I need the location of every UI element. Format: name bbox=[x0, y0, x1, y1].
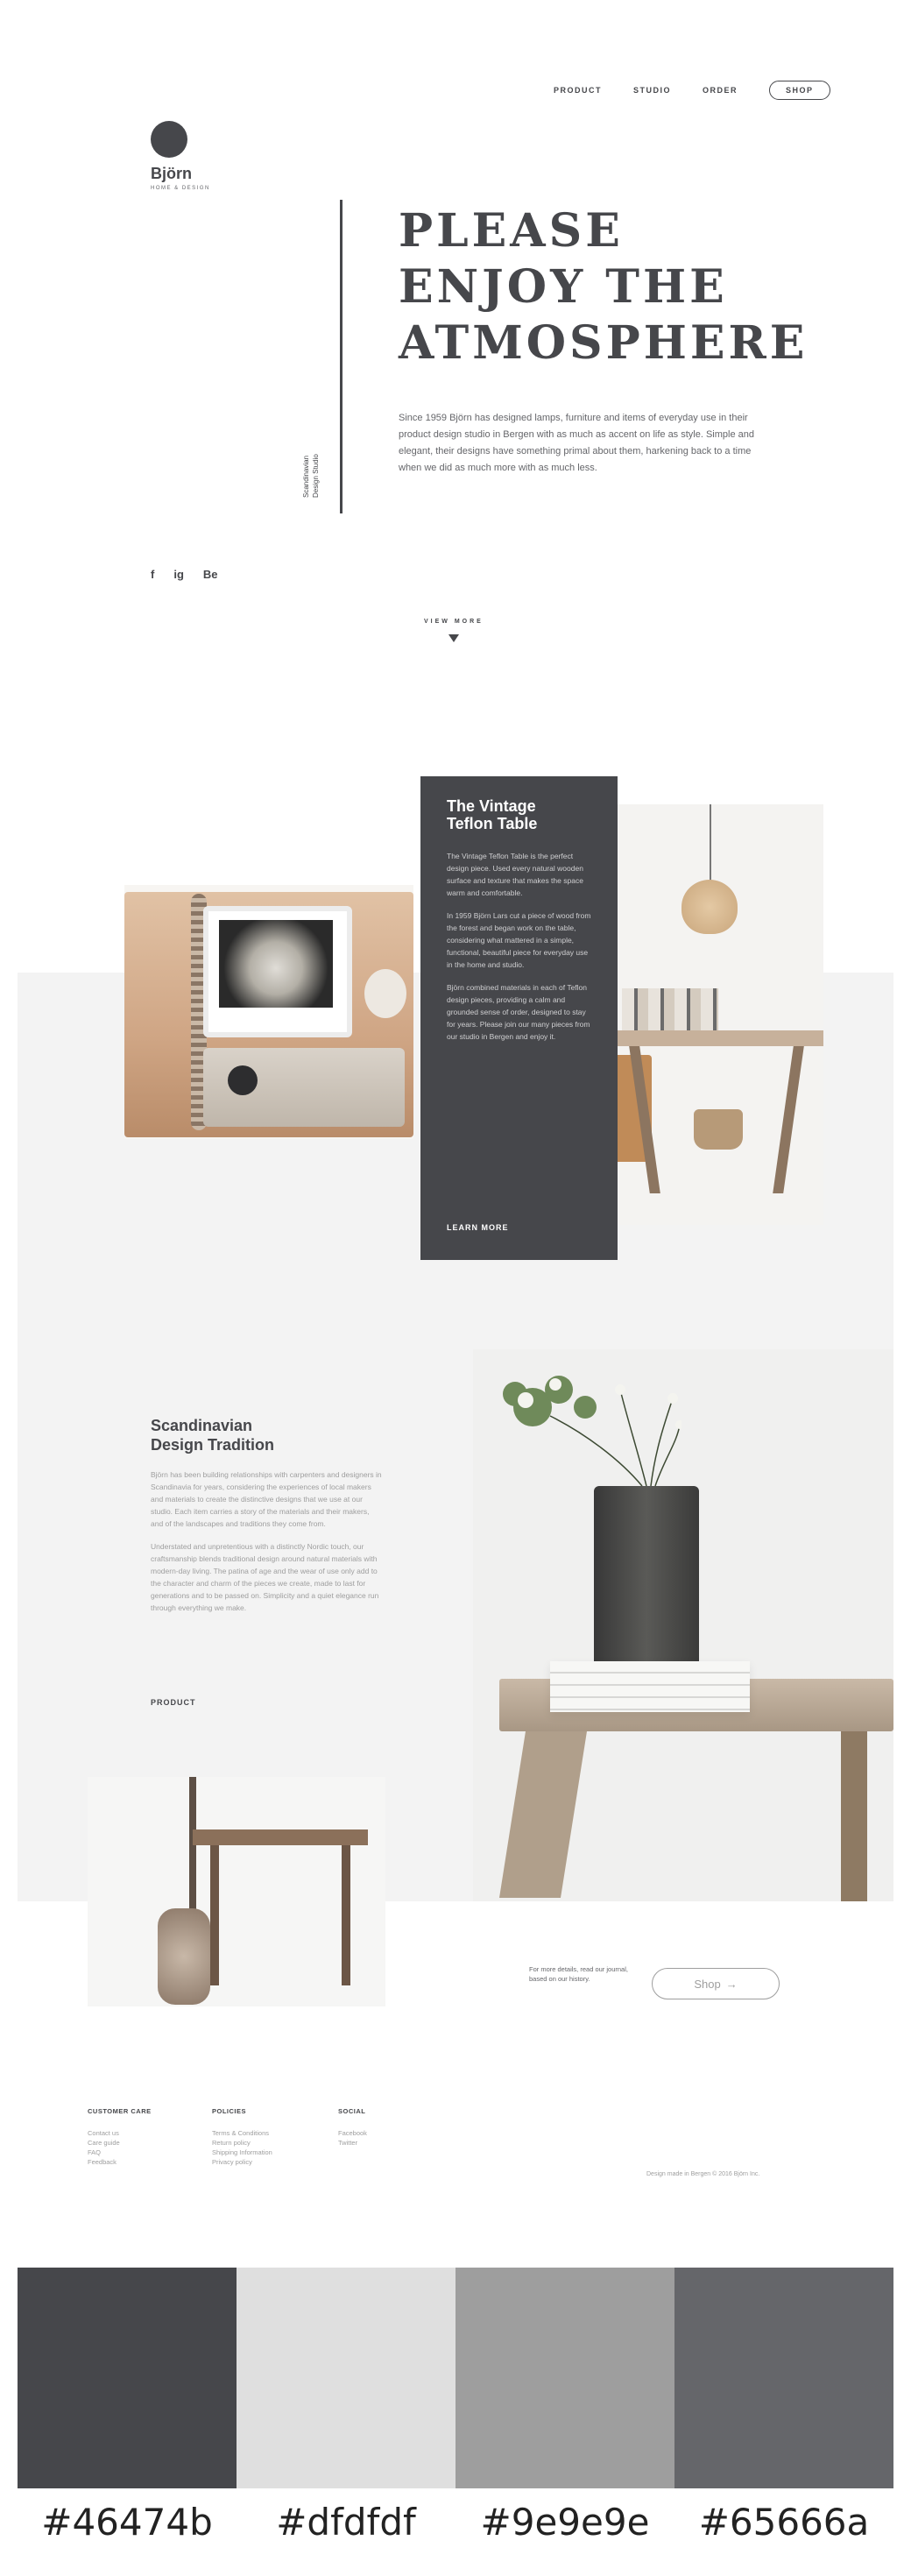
section-title: Scandinavian Design Tradition bbox=[151, 1416, 274, 1454]
hero-divider bbox=[340, 200, 343, 513]
small-table bbox=[193, 1829, 368, 1845]
nav-product[interactable]: PRODUCT bbox=[554, 86, 602, 95]
shop-button[interactable]: Shop → bbox=[652, 1968, 780, 1999]
picture-frame bbox=[203, 906, 352, 1037]
footer-link[interactable]: Twitter bbox=[338, 2138, 367, 2148]
book-stack bbox=[550, 1661, 750, 1712]
arrow-down-icon[interactable] bbox=[448, 634, 459, 642]
product-card: The Vintage Teflon Table The Vintage Tef… bbox=[420, 776, 618, 1260]
footer-link[interactable]: Feedback bbox=[88, 2157, 152, 2167]
hero-title-line-2: ENJOY THE bbox=[399, 260, 728, 314]
small-table-leg bbox=[210, 1845, 219, 1985]
table-leg bbox=[841, 1731, 867, 1901]
coral-photo bbox=[219, 920, 333, 1008]
footer-link[interactable]: Terms & Conditions bbox=[212, 2128, 272, 2138]
footer-link[interactable]: Return policy bbox=[212, 2138, 272, 2148]
color-swatch-label: #65666a bbox=[698, 2501, 870, 2544]
footer-column-policies: POLICIES Terms & Conditions Return polic… bbox=[212, 2106, 272, 2167]
footer-link[interactable]: Facebook bbox=[338, 2128, 367, 2138]
section-title-line-2: Design Tradition bbox=[151, 1436, 275, 1454]
behance-icon[interactable]: Be bbox=[203, 568, 218, 581]
basket bbox=[694, 1109, 743, 1150]
hero-vertical-text: Scandinavian Design Studio bbox=[302, 454, 320, 498]
arrow-right-icon: → bbox=[725, 1977, 738, 1991]
footer-link[interactable]: Care guide bbox=[88, 2138, 152, 2148]
product-card-title: The Vintage Teflon Table bbox=[447, 797, 538, 832]
section-paragraph: Understated and unpretentious with a dis… bbox=[151, 1542, 379, 1612]
footer-heading: CUSTOMER CARE bbox=[88, 2107, 152, 2115]
product-card-paragraph: The Vintage Teflon Table is the perfect … bbox=[447, 852, 583, 897]
section-text: Björn has been building relationships wi… bbox=[151, 1468, 382, 1624]
footer-column-social: SOCIAL Facebook Twitter bbox=[338, 2106, 367, 2148]
shell-object bbox=[364, 969, 406, 1018]
dark-vase bbox=[594, 1486, 699, 1670]
footer-link[interactable]: FAQ bbox=[88, 2148, 152, 2157]
pendant-lamp bbox=[681, 880, 738, 934]
product-image-right bbox=[613, 804, 823, 1225]
product-card-paragraph: Björn combined materials in each of Tefl… bbox=[447, 983, 590, 1041]
product-card-text: The Vintage Teflon Table is the perfect … bbox=[447, 850, 591, 1043]
sheepskin bbox=[158, 1908, 210, 2005]
table-top bbox=[613, 1030, 823, 1046]
color-palette bbox=[18, 2268, 893, 2488]
color-swatch bbox=[18, 2268, 237, 2488]
copyright: Design made in Bergen © 2016 Björn Inc. bbox=[646, 2171, 760, 2177]
furniture-image bbox=[88, 1777, 385, 2006]
cta-text: For more details, read our journal, base… bbox=[529, 1965, 628, 1983]
shop-button-label: Shop bbox=[694, 1977, 721, 1991]
hero-title-line-3: ATMOSPHERE bbox=[399, 316, 809, 370]
color-swatch bbox=[456, 2268, 674, 2488]
color-swatch-label: #dfdfdf bbox=[276, 2501, 416, 2544]
footer-heading: SOCIAL bbox=[338, 2107, 366, 2115]
canvas: PRODUCT STUDIO ORDER SHOP Björn HOME & D… bbox=[0, 0, 911, 2576]
logo-mark[interactable] bbox=[151, 121, 187, 158]
footer-link[interactable]: Privacy policy bbox=[212, 2157, 272, 2167]
nav-studio[interactable]: STUDIO bbox=[633, 86, 671, 95]
color-swatch-label: #9e9e9e bbox=[480, 2501, 650, 2544]
logo-tagline: HOME & DESIGN bbox=[151, 186, 210, 191]
facebook-icon[interactable]: f bbox=[151, 568, 154, 581]
section-title-line-1: Scandinavian bbox=[151, 1417, 253, 1434]
footer-link[interactable]: Contact us bbox=[88, 2128, 152, 2138]
floor-lamp bbox=[189, 1777, 196, 1926]
hero-text: Since 1959 Björn has designed lamps, fur… bbox=[399, 413, 755, 473]
main-nav: PRODUCT STUDIO ORDER SHOP bbox=[554, 81, 830, 100]
footer-heading: POLICIES bbox=[212, 2107, 247, 2115]
nav-shop-button[interactable]: SHOP bbox=[769, 81, 830, 100]
social-links: f ig Be bbox=[151, 568, 218, 581]
table-shelf bbox=[499, 1731, 587, 1898]
shelf-jars bbox=[622, 988, 718, 1030]
table-leg-right bbox=[773, 1046, 804, 1193]
lamp-cord bbox=[710, 804, 711, 883]
nav-order[interactable]: ORDER bbox=[703, 86, 738, 95]
view-more-link[interactable]: VIEW MORE bbox=[424, 619, 484, 625]
color-swatch bbox=[674, 2268, 893, 2488]
logo-name[interactable]: Björn bbox=[151, 165, 192, 183]
palette-labels: #46474b #dfdfdf #9e9e9e #65666a bbox=[18, 2497, 893, 2544]
flower-stems bbox=[503, 1376, 681, 1486]
color-swatch bbox=[237, 2268, 456, 2488]
section-paragraph: Björn has been building relationships wi… bbox=[151, 1470, 382, 1528]
small-table-leg bbox=[342, 1845, 350, 1985]
learn-more-link[interactable]: LEARN MORE bbox=[447, 1223, 509, 1232]
footer-column-customer-care: CUSTOMER CARE Contact us Care guide FAQ … bbox=[88, 2106, 152, 2167]
footer-link[interactable]: Shipping Information bbox=[212, 2148, 272, 2157]
instagram-icon[interactable]: ig bbox=[173, 568, 184, 581]
color-swatch-label: #46474b bbox=[41, 2501, 213, 2544]
dark-knob bbox=[228, 1065, 258, 1095]
product-image-left bbox=[124, 885, 413, 1139]
hero-title: PLEASE ENJOY THE ATMOSPHERE bbox=[399, 203, 854, 372]
product-link[interactable]: PRODUCT bbox=[151, 1698, 196, 1707]
hero-title-line-1: PLEASE bbox=[399, 204, 624, 258]
vase-image bbox=[473, 1349, 893, 1901]
product-card-paragraph: In 1959 Björn Lars cut a piece of wood f… bbox=[447, 911, 591, 969]
